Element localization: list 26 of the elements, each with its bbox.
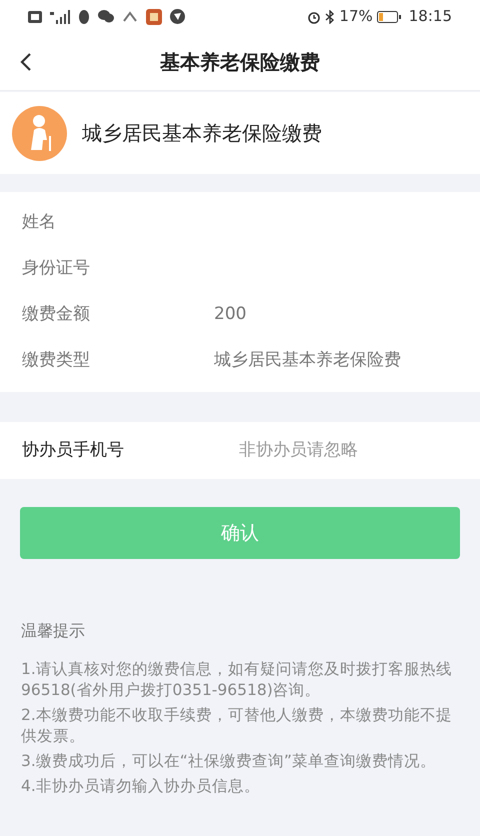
field-label: 缴费类型: [22, 349, 91, 372]
chat-icon: [98, 10, 114, 23]
field-label: 姓名: [22, 211, 57, 234]
field-label: 协办员手机号: [22, 438, 125, 462]
signal-icon: [50, 10, 70, 24]
field-value: 200: [214, 303, 246, 326]
elderly-person-icon: [12, 106, 67, 160]
clock-time: 18:15: [408, 6, 452, 28]
field-value: 城乡居民基本养老保险费: [214, 349, 401, 372]
back-icon: [20, 52, 32, 72]
tip-text: 1.请认真核对您的缴费信息，如有疑问请您及时拨打客服热线96518(省外用户拨打0351-96518)咨询。: [21, 659, 453, 701]
hd-icon: [28, 10, 42, 22]
tip-text: 2.本缴费功能不收取手续费，可替他人缴费，本缴费功能不提供发票。: [21, 705, 453, 747]
field-label: 身份证号: [22, 257, 91, 280]
bluetooth-icon: [325, 10, 336, 24]
confirm-button[interactable]: 确认: [20, 507, 460, 559]
field-label: 缴费金额: [22, 303, 91, 326]
phone-input-field[interactable]: 非协办员请忽略: [239, 438, 458, 464]
battery-icon: [376, 10, 401, 22]
tip-text: 3.缴费成功后，可以在“社保缴费查询”菜单查询缴费情况。: [21, 751, 437, 772]
battery-percent: 17%: [339, 6, 373, 28]
page-title: 基本养老保险缴费: [160, 48, 320, 76]
service-title: 城乡居民基本养老保险缴费: [82, 120, 322, 147]
tip-text: 4.非协办员请勿输入协办员信息。: [21, 776, 261, 797]
tips-title: 温馨提示: [21, 620, 86, 642]
alarm-icon: [307, 10, 322, 24]
